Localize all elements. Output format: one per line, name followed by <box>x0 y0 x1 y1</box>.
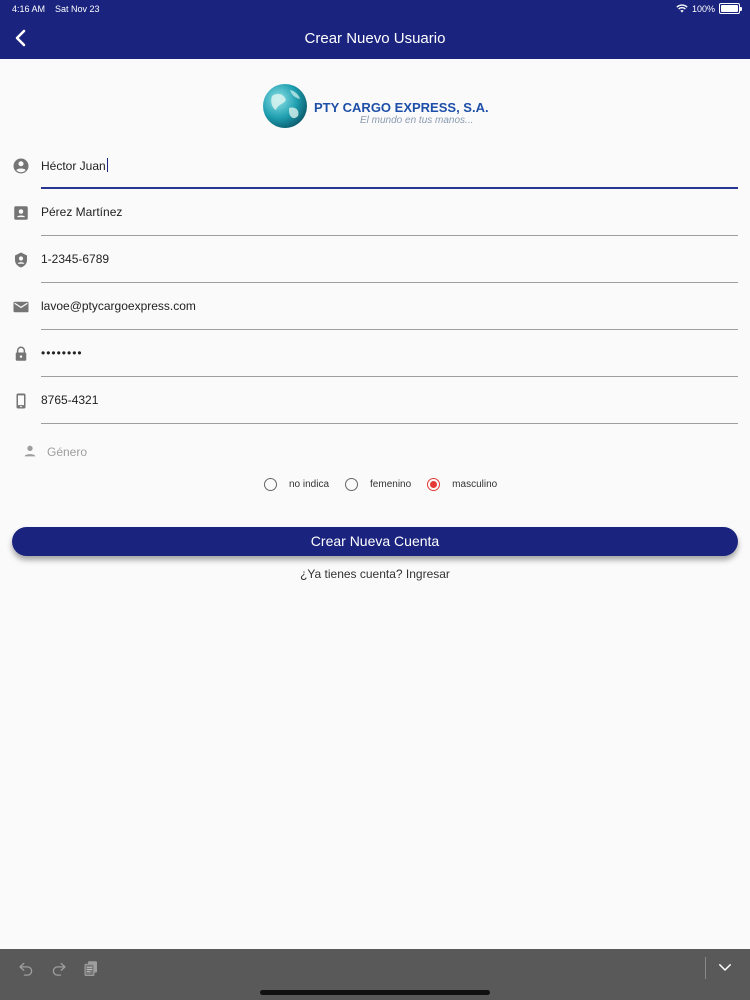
gender-label-row: Género <box>0 440 750 464</box>
undo-icon[interactable] <box>17 959 35 977</box>
phone-field[interactable]: 8765-4321 <box>0 378 750 424</box>
login-link[interactable]: ¿Ya tienes cuenta? Ingresar <box>0 567 750 581</box>
field-underline <box>41 376 738 377</box>
gender-option-no-indica[interactable]: no indica <box>264 478 329 491</box>
gender-label: Género <box>47 445 88 459</box>
gender-option-masculino[interactable]: masculino <box>427 478 497 491</box>
password-field[interactable]: •••••••• <box>0 331 750 377</box>
id-number-value: 1-2345-6789 <box>41 252 110 266</box>
field-underline <box>41 329 738 330</box>
radio-label: femenino <box>370 479 412 490</box>
radio-circle[interactable] <box>264 478 277 491</box>
email-field[interactable]: lavoe@ptycargoexpress.com <box>0 284 750 330</box>
field-underline <box>41 235 738 236</box>
radio-label: masculino <box>452 479 498 490</box>
battery-percent: 100% <box>691 3 715 14</box>
field-underline <box>41 282 738 283</box>
redo-icon[interactable] <box>50 959 68 977</box>
logo-tagline: El mundo en tus manos... <box>360 115 474 126</box>
toolbar-divider <box>705 957 706 979</box>
create-account-button[interactable]: Crear Nueva Cuenta <box>12 527 738 556</box>
last-name-value: Pérez Martínez <box>41 205 123 219</box>
radio-label: no indica <box>289 479 330 490</box>
battery-icon <box>719 3 742 14</box>
phone-icon <box>16 393 26 409</box>
status-date: Sat Nov 23 <box>55 4 100 14</box>
top-bar: 4:16 AM Sat Nov 23 100% Crear Nuevo Usua… <box>0 0 750 59</box>
gender-option-femenino[interactable]: femenino <box>345 478 411 491</box>
email-value: lavoe@ptycargoexpress.com <box>41 299 196 313</box>
radio-circle[interactable] <box>345 478 359 491</box>
logo-name: PTY CARGO EXPRESS, S.A. <box>314 100 489 115</box>
globe-icon <box>263 84 307 128</box>
page-title: Crear Nuevo Usuario <box>304 30 446 47</box>
status-time: 4:16 AM <box>12 4 46 14</box>
dismiss-keyboard-chevron-icon[interactable] <box>716 958 734 976</box>
first-name-field[interactable]: Héctor Juan <box>0 143 750 189</box>
phone-value: 8765-4321 <box>41 393 99 407</box>
status-bar: 4:16 AM Sat Nov 23 100% <box>0 0 750 18</box>
first-name-value: Héctor Juan <box>41 159 106 173</box>
wifi-icon <box>676 4 688 13</box>
field-underline <box>41 423 738 424</box>
text-caret <box>106 158 108 172</box>
status-right: 100% <box>676 3 742 14</box>
password-value: •••••••• <box>41 346 83 360</box>
lock-icon <box>15 346 27 361</box>
home-indicator <box>260 990 490 995</box>
contact-card-icon <box>14 206 28 220</box>
company-logo: PTY CARGO EXPRESS, S.A. El mundo en tus … <box>262 82 502 132</box>
radio-circle-selected[interactable] <box>427 478 441 491</box>
account-circle-icon <box>13 158 29 174</box>
person-icon <box>24 445 36 457</box>
id-number-field[interactable]: 1-2345-6789 <box>0 237 750 283</box>
last-name-field[interactable]: Pérez Martínez <box>0 190 750 236</box>
mail-icon <box>13 301 29 313</box>
field-underline <box>41 187 738 189</box>
paste-icon[interactable] <box>82 959 100 977</box>
gender-radio-group: no indica femenino masculino <box>264 478 513 491</box>
id-badge-icon <box>15 252 27 268</box>
